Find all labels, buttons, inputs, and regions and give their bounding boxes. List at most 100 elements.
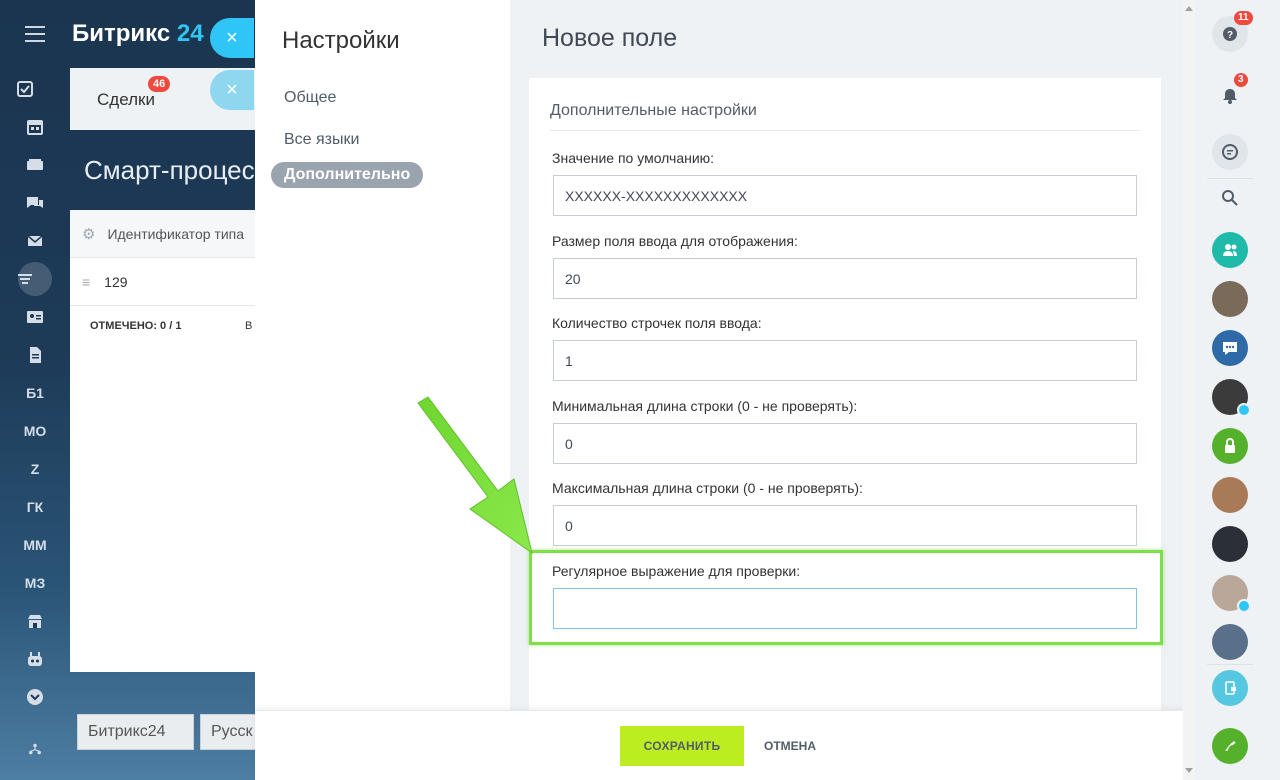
search-icon bbox=[1222, 190, 1238, 206]
min-length-label: Минимальная длина строки (0 - не проверя… bbox=[552, 398, 858, 414]
calendar-icon bbox=[27, 120, 43, 135]
nav-calendar[interactable] bbox=[0, 109, 70, 145]
close-slider-button[interactable]: × bbox=[210, 18, 254, 58]
users-icon bbox=[1223, 244, 1237, 256]
divider bbox=[1207, 178, 1253, 179]
nav-chat[interactable] bbox=[0, 185, 70, 221]
help-icon: ? bbox=[1223, 27, 1237, 41]
settings-slider: Настройки Общее Все языки Дополнительно … bbox=[255, 0, 1193, 780]
more-icon bbox=[27, 689, 43, 705]
nav-store[interactable] bbox=[0, 603, 70, 639]
nav-group-b1[interactable]: Б1 bbox=[0, 375, 70, 411]
store-icon bbox=[28, 615, 42, 628]
group-chat-avatar[interactable] bbox=[1212, 232, 1248, 268]
right-bar: ? 11 3 bbox=[1195, 0, 1280, 780]
nav-robot[interactable] bbox=[0, 641, 70, 677]
notifications-button[interactable]: 3 bbox=[1212, 73, 1248, 114]
mail-status-icon bbox=[1237, 599, 1251, 613]
robot-icon bbox=[28, 652, 42, 666]
mail-icon bbox=[27, 235, 43, 246]
chat-icon bbox=[27, 197, 43, 208]
section-title: Дополнительные настройки bbox=[550, 102, 757, 119]
table-row[interactable]: ≡ 129 bbox=[70, 258, 260, 306]
drag-handle-icon[interactable]: ≡ bbox=[82, 274, 90, 290]
nav-group-gk[interactable]: ГК bbox=[0, 489, 70, 525]
structure-icon bbox=[29, 743, 41, 755]
nav-drive[interactable] bbox=[0, 147, 70, 183]
menu-item-advanced[interactable]: Дополнительно bbox=[271, 162, 424, 188]
svg-text:?: ? bbox=[1227, 30, 1233, 41]
app-logo[interactable]: Битрикс 24 bbox=[72, 20, 204, 48]
menu-item-languages[interactable]: Все языки bbox=[271, 127, 372, 153]
menu-icon[interactable] bbox=[25, 26, 45, 42]
default-value-input[interactable] bbox=[553, 175, 1137, 216]
page-title: Смарт-процесс bbox=[84, 155, 268, 185]
nav-tasks[interactable]: 18 bbox=[0, 71, 93, 107]
user-avatar[interactable] bbox=[1212, 526, 1248, 562]
document-icon bbox=[30, 347, 41, 363]
nav-group-mm[interactable]: ММ bbox=[0, 527, 70, 563]
user-avatar[interactable] bbox=[1212, 624, 1248, 660]
menu-item-general[interactable]: Общее bbox=[271, 85, 349, 111]
close-button-back[interactable]: × bbox=[210, 70, 254, 110]
tasks-icon bbox=[17, 81, 34, 97]
user-avatar[interactable] bbox=[1212, 575, 1251, 613]
footer-logo-button[interactable]: Битрикс24 bbox=[77, 714, 194, 750]
settings-title: Настройки bbox=[282, 27, 400, 54]
nav-group-mo[interactable]: МО bbox=[0, 413, 70, 449]
gear-icon[interactable]: ⚙ bbox=[82, 225, 95, 243]
notifications-badge: 3 bbox=[1234, 73, 1248, 87]
contact-card-icon bbox=[27, 311, 43, 323]
divider bbox=[1207, 664, 1253, 665]
bell-icon bbox=[1223, 89, 1237, 104]
divider bbox=[550, 130, 1140, 131]
language-button[interactable]: Русск bbox=[200, 714, 260, 750]
selected-count: ОТМЕЧЕНО: 0 / 1 bbox=[90, 320, 182, 332]
rows-count-input[interactable] bbox=[553, 340, 1137, 381]
chat-group-avatar[interactable] bbox=[1212, 330, 1248, 366]
display-size-label: Размер поля ввода для отображения: bbox=[552, 233, 798, 249]
tab-deals[interactable]: Сделки bbox=[97, 90, 155, 110]
nav-crm[interactable]: 50 bbox=[0, 261, 93, 297]
call-button[interactable] bbox=[1212, 728, 1248, 764]
nav-group-z[interactable]: Z bbox=[0, 451, 70, 487]
nav-mail[interactable] bbox=[0, 223, 70, 259]
highlight-frame bbox=[529, 550, 1163, 645]
locked-chat-avatar[interactable] bbox=[1212, 428, 1248, 464]
close-icon: × bbox=[226, 78, 238, 101]
cancel-button[interactable]: ОТМЕНА bbox=[760, 726, 820, 766]
drive-icon bbox=[27, 159, 43, 170]
help-button[interactable]: ? 11 bbox=[1212, 11, 1253, 52]
nav-structure[interactable] bbox=[0, 731, 70, 767]
crm-grid: ⚙ Идентификатор типа ≡ 129 ОТМЕЧЕНО: 0 /… bbox=[70, 210, 260, 672]
user-avatar[interactable] bbox=[1212, 477, 1248, 513]
grid-cell: 129 bbox=[104, 273, 128, 290]
save-button[interactable]: СОХРАНИТЬ bbox=[620, 726, 744, 766]
tab-deals-badge: 46 bbox=[148, 76, 171, 92]
messenger-button[interactable] bbox=[1212, 134, 1248, 170]
search-button[interactable] bbox=[1212, 180, 1248, 216]
max-length-input[interactable] bbox=[553, 505, 1137, 546]
user-avatar[interactable] bbox=[1212, 281, 1248, 317]
left-nav: 18 50 Б1 МО Z ГК ММ МЗ bbox=[0, 0, 93, 780]
grid-footer-text: В bbox=[245, 320, 253, 332]
nav-group-mz[interactable]: МЗ bbox=[0, 565, 70, 601]
nav-documents[interactable] bbox=[0, 337, 70, 373]
nav-more[interactable] bbox=[0, 679, 70, 715]
mail-status-icon bbox=[1237, 403, 1251, 417]
nav-contacts[interactable] bbox=[0, 299, 70, 335]
scroll-down-icon[interactable] bbox=[1185, 768, 1193, 773]
mobile-app-button[interactable] bbox=[1212, 670, 1248, 706]
max-length-label: Максимальная длина строки (0 - не провер… bbox=[552, 480, 863, 496]
grid-header-label: Идентификатор типа bbox=[107, 225, 245, 242]
min-length-input[interactable] bbox=[553, 423, 1137, 464]
phone-icon bbox=[1225, 741, 1236, 751]
settings-menu: Настройки Общее Все языки Дополнительно bbox=[255, 0, 510, 710]
help-badge: 11 bbox=[1234, 11, 1253, 25]
slider-scrollbar[interactable] bbox=[1183, 0, 1195, 780]
user-avatar[interactable] bbox=[1212, 379, 1251, 417]
scroll-up-icon[interactable] bbox=[1185, 6, 1193, 11]
chat-search-icon bbox=[1222, 144, 1238, 160]
display-size-input[interactable] bbox=[553, 258, 1137, 299]
lock-icon bbox=[1225, 438, 1235, 453]
